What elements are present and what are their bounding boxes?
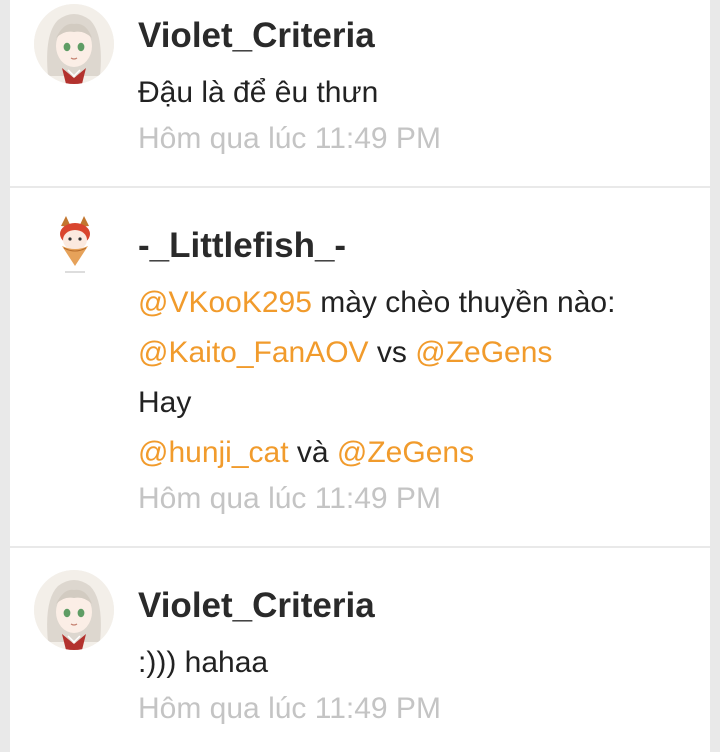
comment-timestamp: Hôm qua lúc 11:49 PM bbox=[138, 692, 441, 725]
user-avatar[interactable] bbox=[34, 570, 114, 650]
mention-link[interactable]: @Kaito_FanAOV bbox=[138, 336, 369, 369]
comment-message-line: @VKooK295 mày chèo thuyền nào: bbox=[138, 286, 615, 320]
comment-item: -_Littlefish_- @VKooK295 mày chèo thuyền… bbox=[10, 188, 710, 546]
message-text: vs bbox=[368, 336, 416, 369]
comment-message-line: @Kaito_FanAOV vs @ZeGens bbox=[138, 336, 552, 370]
comment-message-line: Hay bbox=[138, 386, 191, 420]
comment-item: Violet_Criteria Đậu là để êu thưn Hôm qu… bbox=[10, 0, 710, 186]
comment-username[interactable]: -_Littlefish_- bbox=[138, 226, 346, 266]
user-avatar[interactable] bbox=[40, 208, 110, 278]
anime-girl-avatar-icon bbox=[34, 570, 114, 650]
comment-timestamp: Hôm qua lúc 11:49 PM bbox=[138, 122, 441, 155]
comment-item: Violet_Criteria :))) hahaa Hôm qua lúc 1… bbox=[10, 548, 710, 752]
mention-link[interactable]: @hunji_cat bbox=[138, 436, 289, 469]
comment-message: Đậu là để êu thưn bbox=[138, 76, 379, 109]
comment-username[interactable]: Violet_Criteria bbox=[138, 16, 375, 56]
mention-link[interactable]: @ZeGens bbox=[415, 336, 552, 369]
comment-username[interactable]: Violet_Criteria bbox=[138, 586, 375, 626]
message-text: Hay bbox=[138, 386, 192, 419]
comment-timestamp: Hôm qua lúc 11:49 PM bbox=[138, 482, 441, 515]
cat-girl-avatar-icon bbox=[40, 208, 110, 278]
user-avatar[interactable] bbox=[34, 4, 114, 84]
message-text: mày chèo thuyền nào: bbox=[311, 286, 616, 319]
message-text: và bbox=[288, 436, 337, 469]
mention-link[interactable]: @ZeGens bbox=[337, 436, 474, 469]
comment-message-line: @hunji_cat và @ZeGens bbox=[138, 436, 474, 470]
comment-message: :))) hahaa bbox=[138, 646, 269, 679]
anime-girl-avatar-icon bbox=[34, 4, 114, 84]
mention-link[interactable]: @VKooK295 bbox=[138, 286, 312, 319]
